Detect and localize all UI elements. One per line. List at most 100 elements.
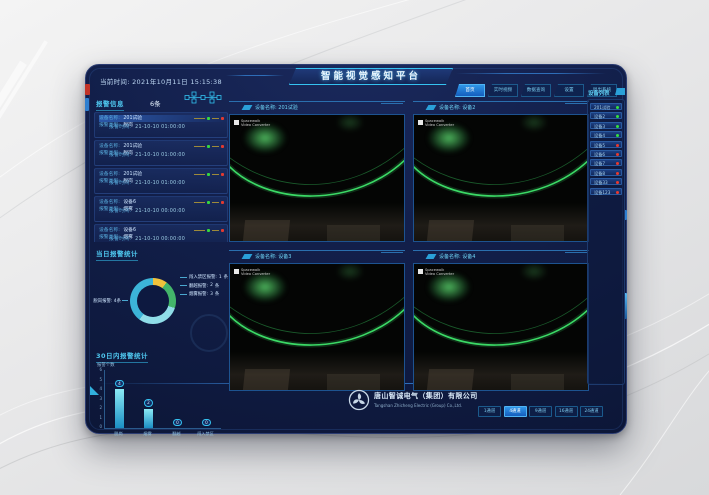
video-feed[interactable]: Spacewalk Video Converter — [413, 114, 589, 242]
bar-value-bubble: 2 — [144, 399, 154, 407]
alarm-device-label: 设备名称: — [99, 200, 120, 205]
video-feed[interactable]: Spacewalk Video Converter — [413, 263, 589, 391]
channel-switcher: 1通道 4通道 9通道 16通道 24通道 — [478, 406, 603, 417]
converter-text: Spacewalk Video Converter — [241, 119, 270, 127]
company-name-en: Tangshan Zhicheng Electric (Group) Co.,L… — [374, 403, 478, 408]
gauge-line — [194, 146, 205, 147]
video-name-value: 设备2 — [462, 105, 475, 111]
alarm-card[interactable]: 设备名称: 201试验 报警类型: 脱岗 报警时间: 21-10-10 01:0… — [94, 140, 228, 166]
video-header: 设备名称: 201试验 — [229, 101, 405, 114]
alarm-device-value: 201试验 — [123, 172, 142, 177]
video-machinery-silhouette — [327, 225, 379, 241]
y-tick: 0 — [99, 424, 102, 429]
daily-alarm-donut — [130, 278, 176, 324]
channel-button[interactable]: 16通道 — [555, 406, 578, 417]
device-list-item[interactable]: 设备6 — [590, 150, 622, 157]
device-list-item[interactable]: 设备4 — [590, 131, 622, 138]
alarm-device-label: 设备名称: — [99, 116, 120, 121]
video-cell: 设备名称: 201试验 — [229, 101, 405, 242]
device-list-item[interactable]: 设备7 — [590, 159, 622, 166]
y-tick: 4 — [99, 386, 102, 391]
gauge-green-dot — [207, 117, 210, 120]
alarm-time-line: 报警时间: 21-10-10 00:00:00 — [109, 208, 185, 215]
alarm-device-value: 201试验 — [123, 144, 142, 149]
legend-unit: 条 — [117, 299, 121, 304]
x-tick-label: 翻越 — [162, 431, 191, 437]
alarm-card[interactable]: 设备名称: 设备6 报警类型: 烟雾 报警时间: 21-10-10 00:00:… — [94, 224, 228, 242]
alarm-card[interactable]: 设备名称: 设备6 报警类型: 烟雾 报警时间: 21-10-10 00:00:… — [94, 196, 228, 222]
video-name-value: 设备3 — [278, 254, 291, 260]
video-converter-overlay: Spacewalk Video Converter — [418, 119, 454, 127]
converter-text: Spacewalk Video Converter — [425, 268, 454, 276]
donut-legend-item: 翻越报警2条 — [180, 283, 228, 289]
alarm-time-line: 报警时间: 21-10-10 00:00:00 — [109, 236, 185, 242]
video-cell: 设备名称: 设备2 — [413, 101, 589, 242]
video-name-label: 设备名称: — [255, 105, 277, 111]
alarm-time-label: 报警时间: — [109, 181, 131, 186]
alarm-info-title: 报警信息 — [96, 98, 124, 111]
company-logo — [348, 389, 370, 411]
donut-left-label: 脱岗报警4条 — [92, 298, 128, 304]
device-list-item[interactable]: 设备33 — [590, 178, 622, 185]
video-machinery-silhouette — [243, 369, 290, 390]
video-converter-overlay: Spacewalk Video Converter — [234, 119, 270, 127]
channel-button[interactable]: 1通道 — [478, 406, 501, 417]
header-line-decoration — [226, 75, 284, 76]
nav-button[interactable]: 首页 — [455, 84, 485, 97]
gauge-line — [194, 118, 205, 119]
device-name: 设备123 — [594, 190, 610, 195]
alarm-time-value: 21-10-10 01:00:00 — [135, 153, 185, 158]
gauge-red-dot — [221, 145, 224, 148]
video-feed[interactable]: Spacewalk Video Converter — [229, 114, 405, 242]
alarm-device-label: 设备名称: — [99, 144, 120, 149]
legend-connector-line — [122, 300, 128, 301]
company-info: 唐山智诚电气（集团）有限公司 Tangshan Zhicheng Electri… — [374, 391, 478, 408]
gauge-line — [194, 174, 205, 175]
channel-button[interactable]: 9通道 — [529, 406, 552, 417]
device-list-item[interactable]: 设备3 — [590, 122, 622, 129]
alarm-card[interactable]: 设备名称: 201试验 报警类型: 脱岗 报警时间: 21-10-10 01:0… — [94, 112, 228, 138]
legend-value: 1 — [219, 275, 222, 280]
gauge-green-dot — [207, 229, 210, 232]
company-name-cn: 唐山智诚电气（集团）有限公司 — [374, 391, 478, 401]
nav-button[interactable]: 数据查询 — [521, 84, 551, 97]
alarm-list: 设备名称: 201试验 报警类型: 脱岗 报警时间: 21-10-10 01:0… — [94, 112, 228, 242]
nav-button[interactable]: 设置 — [554, 84, 584, 97]
device-list-item[interactable]: 201试验 — [590, 103, 622, 110]
device-name: 设备7 — [594, 161, 605, 166]
device-list-item[interactable]: 设备5 — [590, 141, 622, 148]
channel-button[interactable]: 4通道 — [504, 406, 527, 417]
device-list-item[interactable]: 设备123 — [590, 188, 622, 195]
gauge-green-dot — [207, 201, 210, 204]
legend-connector-line — [180, 294, 187, 295]
donut-hole — [137, 285, 169, 317]
status-dot — [616, 162, 619, 165]
video-feed[interactable]: Spacewalk Video Converter — [229, 263, 405, 391]
bar-value-bubble: 0 — [173, 419, 183, 427]
video-converter-overlay: Spacewalk Video Converter — [418, 268, 454, 276]
video-header: 设备名称: 设备2 — [413, 101, 589, 114]
device-name: 设备3 — [594, 124, 605, 129]
bar-column: 4 — [105, 370, 134, 428]
device-list-item[interactable]: 设备8 — [590, 169, 622, 176]
video-converter-overlay: Spacewalk Video Converter — [234, 268, 270, 276]
converter-text: Spacewalk Video Converter — [425, 119, 454, 127]
device-name: 201试验 — [594, 105, 610, 110]
device-list-item[interactable]: 设备2 — [590, 112, 622, 119]
video-machinery-silhouette — [427, 220, 474, 241]
status-dot — [616, 106, 619, 109]
nav-button[interactable]: 实时视频 — [488, 84, 518, 97]
alarm-device-value: 设备6 — [123, 228, 136, 233]
gauge-red-dot — [221, 201, 224, 204]
status-dot — [616, 144, 619, 147]
bar-value-bubble: 0 — [202, 419, 212, 427]
alarm-card[interactable]: 设备名称: 201试验 报警类型: 脱岗 报警时间: 21-10-10 01:0… — [94, 168, 228, 194]
legend-label: 翻越报警 — [189, 283, 208, 289]
legend-connector-line — [180, 277, 187, 278]
video-machinery-silhouette — [511, 225, 563, 241]
device-name: 设备6 — [594, 152, 605, 157]
channel-button[interactable]: 24通道 — [580, 406, 603, 417]
device-list: 201试验 设备2 设备3 设备4 — [587, 99, 625, 385]
device-name: 设备4 — [594, 133, 605, 138]
status-dot — [616, 172, 619, 175]
